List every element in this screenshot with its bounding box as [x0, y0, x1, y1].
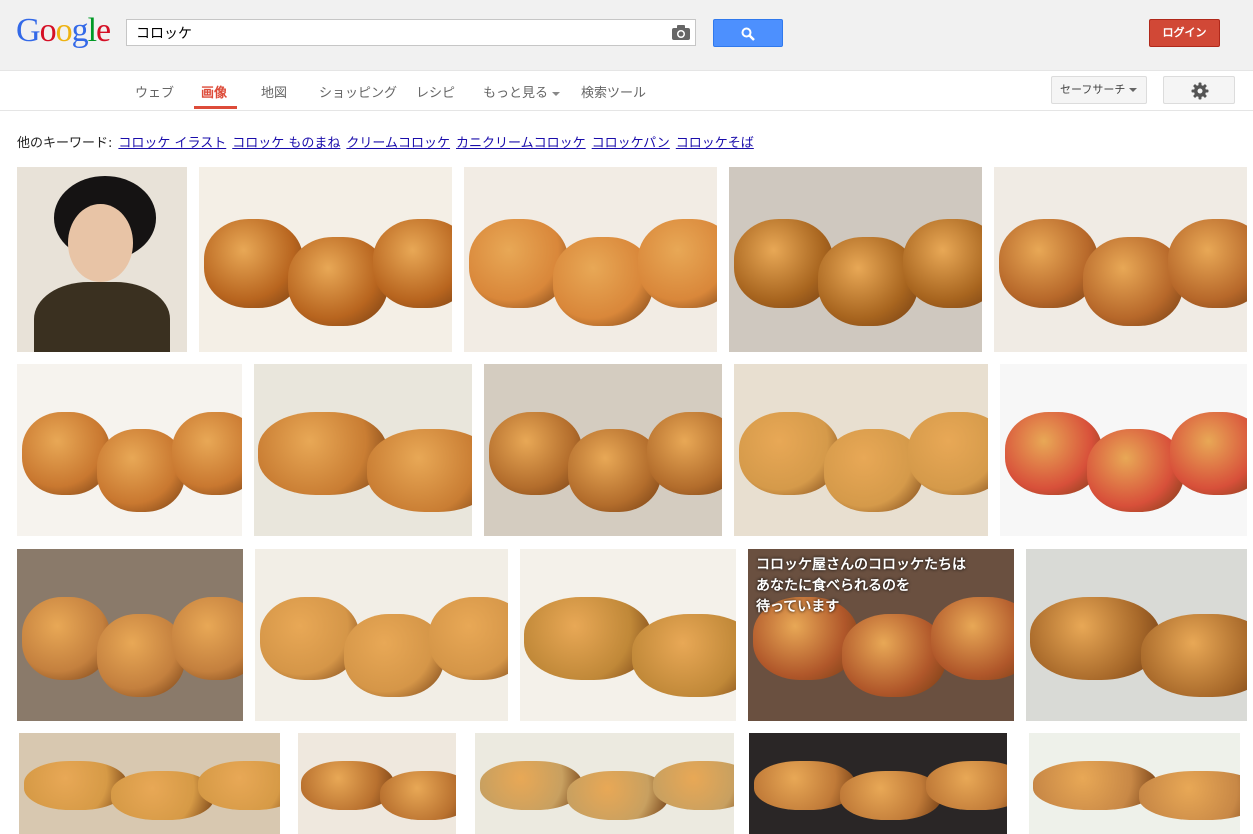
image-result-thumbnail[interactable] — [17, 167, 187, 352]
image-result-thumbnail[interactable] — [520, 549, 736, 721]
safesearch-button[interactable]: セーフサーチ — [1051, 76, 1147, 104]
croquette-shape — [818, 237, 918, 327]
image-result-thumbnail[interactable] — [255, 549, 508, 721]
croquette-shape — [553, 237, 653, 327]
related-link[interactable]: カニクリームコロッケ — [456, 136, 586, 151]
croquette-shape — [171, 412, 242, 495]
croquette-shape — [372, 218, 452, 308]
croquette-shape — [926, 761, 1007, 810]
logo-letter: o — [39, 12, 57, 49]
image-result-thumbnail[interactable] — [734, 364, 988, 536]
related-link[interactable]: クリームコロッケ — [346, 136, 450, 151]
croquette-shape — [1140, 614, 1247, 697]
gear-icon — [1191, 82, 1209, 100]
top-bar: Google ログイン — [0, 0, 1253, 71]
image-result-thumbnail[interactable] — [17, 549, 243, 721]
logo-letter: G — [16, 12, 41, 49]
logo-letter: g — [71, 12, 89, 49]
croquette-shape — [1083, 237, 1183, 327]
chevron-down-icon — [1129, 88, 1138, 92]
related-link[interactable]: コロッケ イラスト — [118, 136, 226, 151]
logo-letter: l — [87, 12, 98, 49]
related-link[interactable]: コロッケそば — [676, 136, 754, 151]
nav-bar: ウェブ 画像 地図 ショッピング レシピ もっと見る 検索ツール セーフサーチ — [0, 71, 1253, 111]
active-tab-indicator — [194, 106, 237, 109]
tab-more-label: もっと見る — [483, 86, 549, 101]
image-result-thumbnail[interactable] — [17, 364, 242, 536]
image-caption-text: コロッケ屋さんのコロッケたちは あなたに食べられるのを 待っています — [756, 557, 966, 615]
image-result-thumbnail[interactable] — [484, 364, 722, 536]
croquette-shape — [96, 429, 185, 512]
croquette-shape — [380, 771, 456, 820]
settings-button[interactable] — [1163, 76, 1235, 104]
croquette-shape — [21, 412, 110, 495]
safesearch-label: セーフサーチ — [1060, 83, 1126, 96]
person-face — [68, 204, 133, 282]
croquette-shape — [1030, 597, 1161, 680]
logo-letter: e — [96, 12, 111, 49]
tab-images[interactable]: 画像 — [201, 82, 227, 101]
image-result-thumbnail[interactable] — [298, 733, 456, 834]
person-jacket — [34, 281, 170, 352]
tab-search-tools[interactable]: 検索ツール — [581, 82, 646, 101]
croquette-shape — [841, 614, 947, 697]
chevron-down-icon — [552, 91, 561, 96]
image-result-thumbnail[interactable] — [19, 733, 280, 834]
search-button[interactable] — [713, 19, 783, 47]
image-result-thumbnail[interactable] — [729, 167, 982, 352]
croquette-shape — [288, 237, 388, 327]
logo-letter: o — [55, 12, 73, 49]
croquette-shape — [172, 597, 243, 680]
image-result-thumbnail[interactable] — [475, 733, 734, 834]
image-result-thumbnail[interactable] — [254, 364, 472, 536]
croquette-shape — [632, 614, 736, 697]
image-result-thumbnail[interactable] — [199, 167, 452, 352]
tab-recipes[interactable]: レシピ — [416, 82, 455, 101]
croquette-shape — [1138, 771, 1240, 820]
croquette-shape — [647, 412, 722, 495]
tab-maps[interactable]: 地図 — [261, 82, 287, 101]
croquette-shape — [1167, 218, 1247, 308]
search-icon — [741, 27, 755, 41]
tab-more[interactable]: もっと見る — [483, 82, 561, 101]
related-link[interactable]: コロッケ ものまね — [232, 136, 340, 151]
croquette-shape — [428, 597, 508, 680]
croquette-shape — [902, 218, 982, 308]
related-keywords: 他のキーワード: コロッケ イラスト コロッケ ものまね クリームコロッケ カニクリーム… — [17, 132, 754, 151]
croquette-shape — [1169, 412, 1247, 495]
croquette-shape — [908, 412, 988, 495]
related-prefix: 他のキーワード: — [17, 136, 113, 151]
image-result-thumbnail[interactable] — [1000, 364, 1247, 536]
croquette-shape — [1033, 761, 1158, 810]
tab-shopping[interactable]: ショッピング — [319, 82, 397, 101]
image-result-thumbnail[interactable] — [464, 167, 717, 352]
croquette-shape — [1087, 429, 1185, 512]
croquette-shape — [739, 412, 839, 495]
image-result-thumbnail[interactable] — [994, 167, 1247, 352]
tab-web[interactable]: ウェブ — [135, 82, 174, 101]
image-result-thumbnail[interactable] — [749, 733, 1007, 834]
croquette-shape — [652, 761, 734, 810]
croquette-shape — [198, 761, 280, 810]
google-logo[interactable]: Google — [16, 12, 111, 50]
croquette-shape — [480, 761, 582, 810]
search-input[interactable] — [127, 20, 685, 45]
search-box — [126, 19, 696, 46]
related-link[interactable]: コロッケパン — [592, 136, 670, 151]
croquette-shape — [367, 429, 472, 512]
camera-icon[interactable] — [671, 24, 691, 41]
croquette-shape — [637, 218, 717, 308]
login-button[interactable]: ログイン — [1149, 19, 1220, 47]
image-result-thumbnail[interactable] — [1029, 733, 1240, 834]
image-result-thumbnail[interactable]: コロッケ屋さんのコロッケたちは あなたに食べられるのを 待っています — [748, 549, 1014, 721]
image-result-thumbnail[interactable] — [1026, 549, 1247, 721]
